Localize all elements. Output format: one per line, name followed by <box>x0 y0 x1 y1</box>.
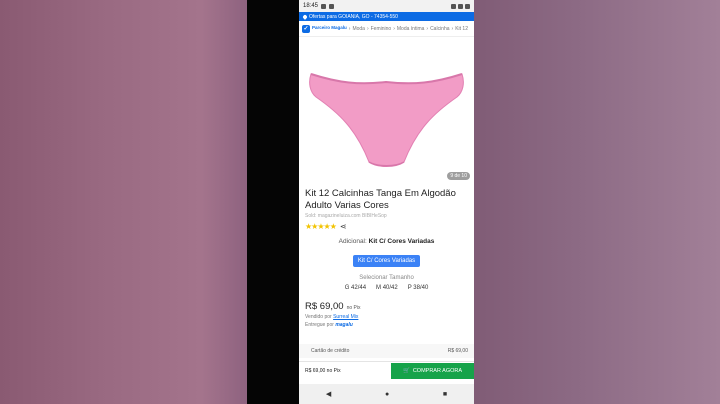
breadcrumb-item-feminino[interactable]: Feminino <box>371 26 392 32</box>
panties-image <box>309 73 464 167</box>
seller-link[interactable]: Surreal Mix <box>333 314 358 320</box>
location-text: Ofertas para GOIANIA, GO - 74354-550 <box>309 13 398 20</box>
cart-icon: 🛒 <box>402 367 410 374</box>
pix-total: R$ 69,00 no Pix <box>305 367 341 374</box>
size-option-g[interactable]: G 42/44 <box>345 285 366 291</box>
check-icon: ✓ <box>302 24 310 33</box>
app-icon <box>329 3 335 9</box>
android-nav-bar: ◀ ● ■ <box>299 384 474 404</box>
additional-label: Adicional: <box>338 238 367 245</box>
letterbox-left <box>247 0 299 404</box>
tiktok-username: @surrealmix_oficial <box>404 334 448 340</box>
magalu-logo: magalu <box>335 322 353 328</box>
breadcrumb-item-kit[interactable]: Kit 12 <box>455 26 468 32</box>
buy-now-button[interactable]: 🛒 COMPRAR AGORA <box>391 362 474 379</box>
location-bar[interactable]: Ofertas para GOIANIA, GO - 74354-550 <box>299 12 474 21</box>
credit-card-row[interactable]: Cartão de crédito R$ 69,00 <box>299 344 474 358</box>
buy-bar: R$ 69,00 no Pix 🛒 COMPRAR AGORA <box>299 361 474 379</box>
signal-icon <box>458 3 463 9</box>
card-price: R$ 69,00 <box>447 348 468 354</box>
share-icon[interactable]: ⋖ <box>340 222 347 231</box>
price-value: R$ 69,00 <box>305 301 344 312</box>
partner-badge-label: Parceiro Magalu <box>312 25 347 31</box>
product-title: Kit 12 Calcinhas Tanga Em Algodão Adulto… <box>305 188 456 211</box>
price-suffix: no Pix <box>346 305 361 311</box>
notification-icon <box>321 3 327 9</box>
wifi-icon <box>451 3 456 9</box>
status-bar: 18:45 <box>299 0 474 12</box>
buy-now-label: COMPRAR AGORA <box>412 367 463 374</box>
home-icon[interactable]: ● <box>385 391 389 398</box>
star-rating[interactable]: ★★★★★ <box>305 222 337 231</box>
size-label: Selecionar Tamanho <box>359 275 414 281</box>
location-pin-icon <box>302 13 308 20</box>
partner-badge: ✓ Parceiro Magalu <box>302 24 347 33</box>
product-image[interactable]: 9 de 10 <box>299 37 474 184</box>
card-label: Cartão de crédito <box>311 348 350 354</box>
size-option-m[interactable]: M 40/42 <box>376 285 398 291</box>
tiktok-label: TikTok <box>439 322 461 329</box>
breadcrumb: ✓ Parceiro Magalu › Moda › Feminino › Mo… <box>299 21 474 37</box>
image-counter: 9 de 10 <box>447 172 470 180</box>
battery-icon <box>465 3 470 9</box>
additional-value: Kit C/ Cores Variadas <box>368 238 435 245</box>
phone-screen: 18:45 Ofertas para GOIANIA, GO - 74354-5… <box>299 0 474 404</box>
back-icon[interactable]: ◀ <box>326 390 331 398</box>
rating-row: ★★★★★ ⋖ <box>299 220 474 233</box>
recents-icon[interactable]: ■ <box>443 391 447 398</box>
breadcrumb-item-moda-intima[interactable]: Moda íntima <box>397 26 425 32</box>
seller-line: Vendido por Surreal Mix <box>305 314 359 320</box>
sold-by-line: Sold: magazineluiza.com BIBIHeSop <box>305 213 387 219</box>
breadcrumb-item-calcinha[interactable]: Calcinha <box>430 26 449 32</box>
status-time: 18:45 <box>303 3 319 9</box>
variant-button[interactable]: Kit C/ Cores Variadas <box>352 255 421 267</box>
size-option-p[interactable]: P 38/40 <box>408 285 429 291</box>
additional-option: Adicional: Kit C/ Cores Variadas <box>299 238 474 245</box>
breadcrumb-item-moda[interactable]: Moda <box>352 26 365 32</box>
